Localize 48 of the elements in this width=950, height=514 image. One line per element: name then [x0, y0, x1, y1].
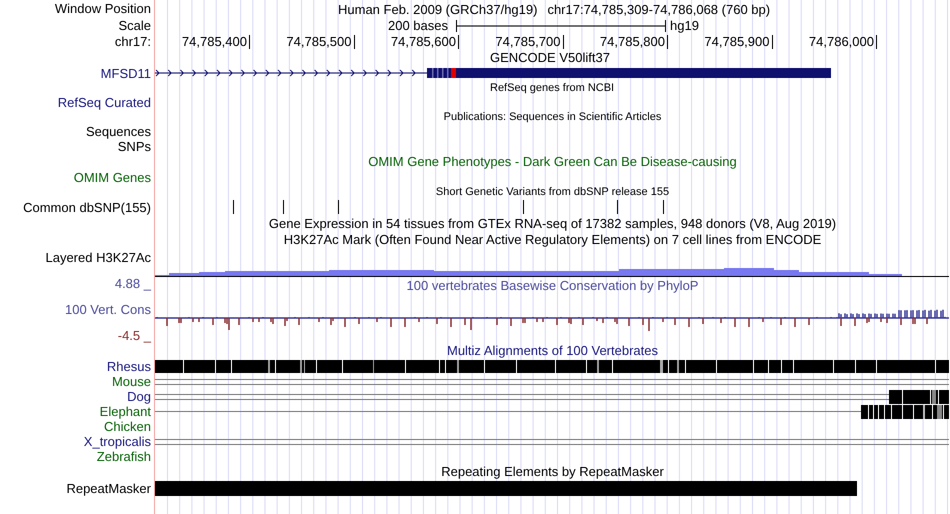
track-title: RefSeq genes from NCBI — [490, 81, 614, 95]
track-label[interactable]: Dog — [127, 390, 151, 404]
track-label[interactable]: Zebrafish — [96, 450, 151, 464]
track-label[interactable]: X_tropicalis — [84, 434, 151, 448]
track-label[interactable]: Elephant — [100, 404, 151, 418]
track-label[interactable]: RepeatMasker — [66, 482, 151, 496]
position-text: chr17:74,785,309-74,786,068 (760 bp) — [547, 2, 770, 16]
track-label: Scale — [118, 18, 151, 32]
track-label[interactable]: OMIM Genes — [74, 170, 151, 184]
track-label: chr17: — [114, 34, 151, 48]
ruler-coordinate: 74,785,800 — [600, 35, 665, 49]
track-title: OMIM Gene Phenotypes - Dark Green Can Be Disease-causing — [368, 155, 737, 169]
axis-max-label: 4.88 _ — [114, 277, 151, 291]
ruler-tick — [249, 35, 250, 49]
ruler-coordinate: 74,785,700 — [495, 35, 560, 49]
track-title: Publications: Sequences in Scientific Articles — [444, 110, 662, 124]
ruler-tick — [667, 35, 668, 49]
scale-bar-icon — [456, 18, 666, 32]
scale-length-text: 200 bases — [388, 18, 448, 33]
track-label: Window Position — [54, 2, 151, 16]
track-label[interactable]: 100 Vert. Cons — [65, 303, 151, 317]
ruler-tick — [562, 35, 564, 49]
track-title: Multiz Alignments of 100 Vertebrates — [446, 344, 658, 358]
ruler-coordinate: 74,786,000 — [808, 35, 874, 49]
track-label[interactable]: Layered H3K27Ac — [45, 251, 151, 265]
track-label[interactable]: SNPs — [118, 140, 151, 154]
scale-assembly-text: hg19 — [670, 18, 699, 33]
track-label[interactable]: Common dbSNP(155) — [23, 200, 151, 214]
ruler-tick — [458, 35, 459, 49]
track-title: Short Genetic Variants from dbSNP release 155 — [436, 185, 670, 199]
track-title: Gene Expression in 54 tissues from GTEx RNA-seq of 17382 samples, 948 donors (V8, Aug 2019) — [268, 217, 836, 231]
track-title: H3K27Ac Mark (Often Found Near Active Regulatory Elements) on 7 cell lines from ENCODE — [284, 233, 822, 247]
track-title: Repeating Elements by RepeatMasker — [441, 465, 664, 479]
assembly-text: Human Feb. 2009 (GRCh37/hg19) — [338, 2, 538, 16]
ruler-coordinate: 74,785,400 — [182, 35, 247, 49]
track-label[interactable]: Mouse — [112, 374, 151, 388]
track-title: GENCODE V50lift37 — [490, 51, 610, 65]
track-label[interactable]: MFSD11 — [100, 66, 151, 80]
track-title: 100 vertebrates Basewise Conservation by PhyloP — [406, 279, 698, 293]
ruler-tick — [876, 35, 877, 49]
ruler-coordinate: 74,785,900 — [704, 35, 770, 49]
track-label[interactable]: Chicken — [104, 420, 151, 434]
ruler-coordinate: 74,785,600 — [390, 35, 456, 49]
axis-min-label: -4.5 _ — [118, 329, 151, 343]
track-label[interactable]: RefSeq Curated — [58, 96, 151, 110]
ruler-coordinate: 74,785,500 — [286, 35, 352, 49]
track-label[interactable]: Rhesus — [106, 360, 151, 374]
track-label[interactable]: Sequences — [86, 124, 151, 138]
